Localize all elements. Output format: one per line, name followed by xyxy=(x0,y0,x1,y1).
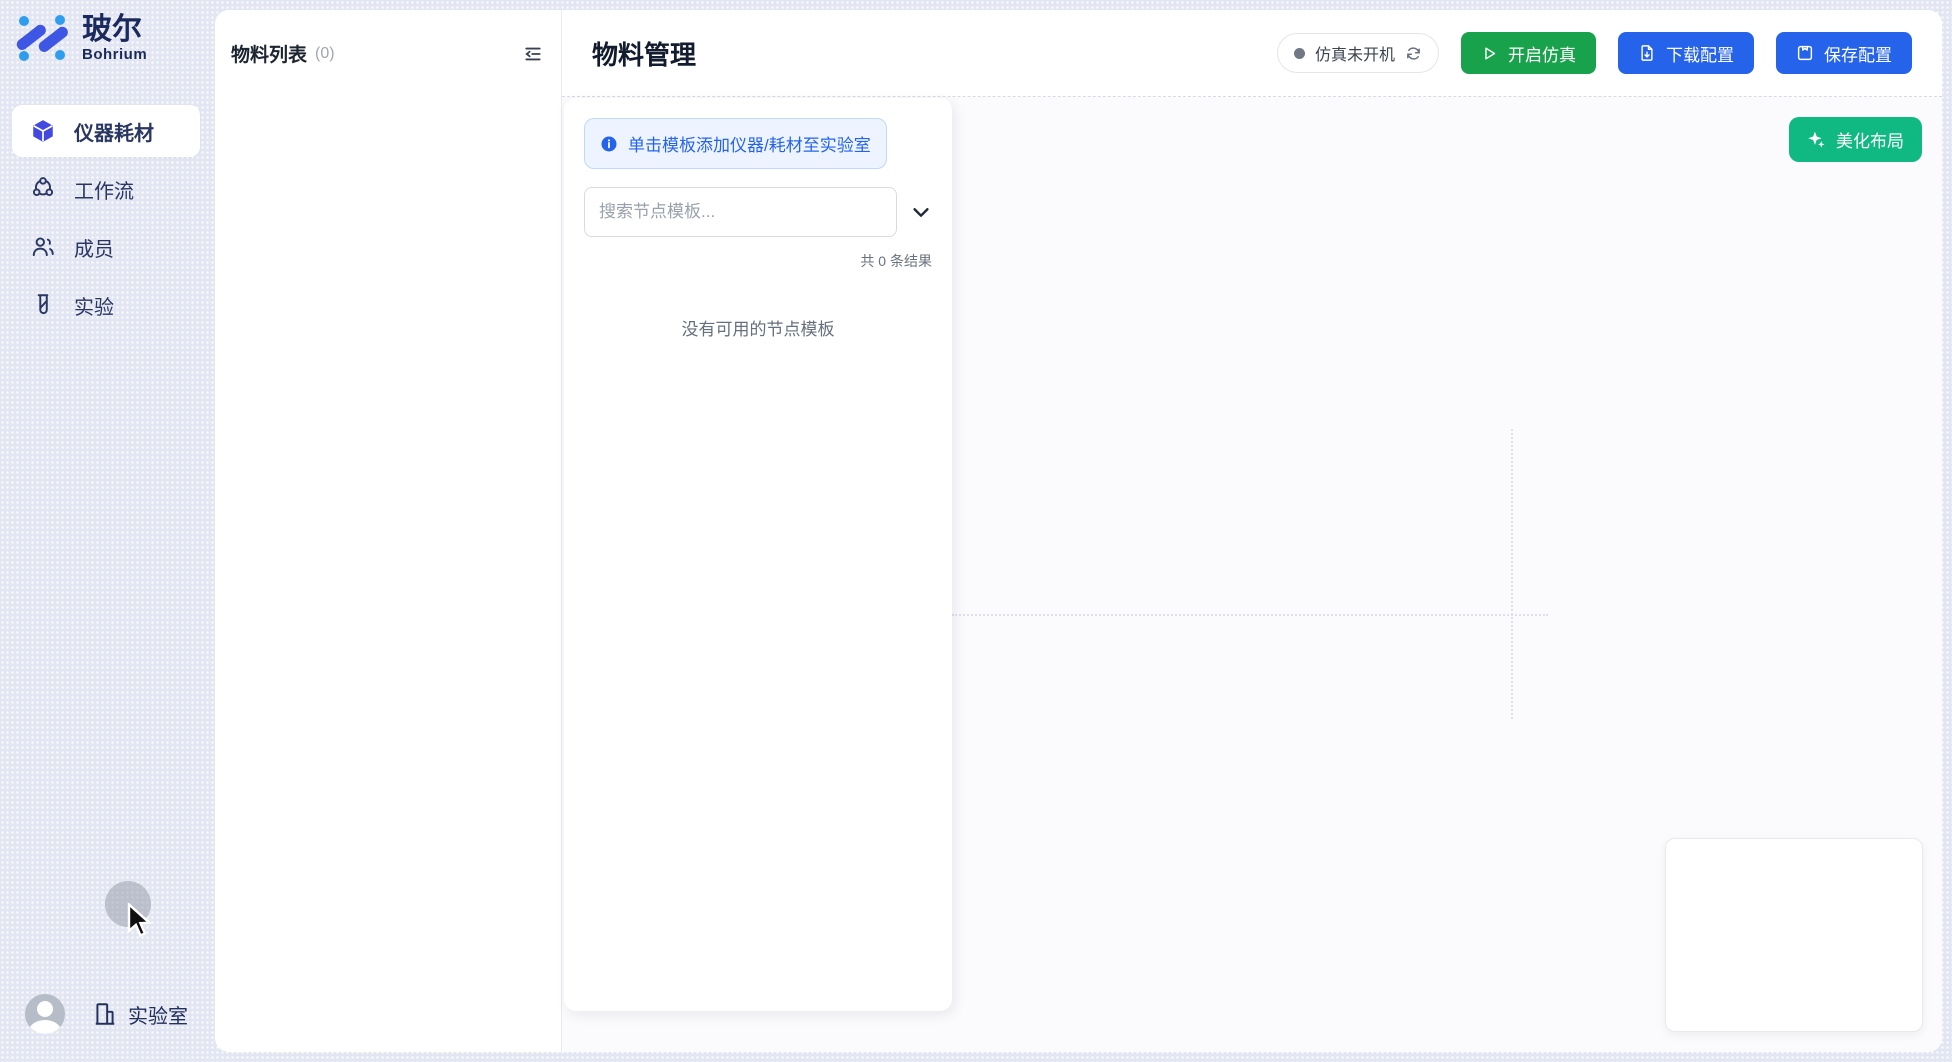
brand-name-cn: 玻尔 xyxy=(82,14,147,46)
material-list-title: 物料列表 xyxy=(231,40,307,67)
user-avatar[interactable] xyxy=(25,994,65,1034)
template-hint-text: 单击模板添加仪器/耗材至实验室 xyxy=(628,131,871,156)
material-list-count: (0) xyxy=(315,45,335,63)
download-config-button[interactable]: 下载配置 xyxy=(1618,32,1754,74)
lab-label: 实验室 xyxy=(128,1000,188,1029)
beautify-layout-button[interactable]: 美化布局 xyxy=(1789,117,1922,162)
canvas-minimap[interactable] xyxy=(1665,838,1923,1032)
file-download-icon xyxy=(1638,44,1656,62)
page-header: 物料管理 仿真未开机 开启仿真 xyxy=(562,10,1942,97)
sidebar-item-experiments[interactable]: 实验 xyxy=(12,279,200,331)
simulation-status-text: 仿真未开机 xyxy=(1315,41,1395,65)
building-icon xyxy=(92,1001,118,1027)
sidebar-item-workflow[interactable]: 工作流 xyxy=(12,163,200,215)
save-icon xyxy=(1796,44,1814,62)
material-list-panel: 物料列表 (0) xyxy=(215,10,562,1052)
play-icon xyxy=(1481,45,1498,62)
sparkles-icon xyxy=(1807,130,1826,149)
collapse-list-icon[interactable] xyxy=(521,42,545,66)
main-card: 物料列表 (0) 物料管理 仿真未开机 xyxy=(215,10,1942,1052)
sidebar-item-label: 仪器耗材 xyxy=(74,117,154,146)
flow-canvas[interactable]: 单击模板添加仪器/耗材至实验室 共 0 条结果 没有可用的节点模板 xyxy=(562,97,1942,1052)
sidebar-item-label: 成员 xyxy=(74,233,114,262)
mouse-cursor xyxy=(126,903,156,944)
sidebar-nav: 仪器耗材 工作流 成员 xyxy=(12,105,200,331)
status-dot-icon xyxy=(1294,48,1305,59)
empty-templates-message: 没有可用的节点模板 xyxy=(584,315,932,340)
lab-switcher[interactable]: 实验室 xyxy=(92,1000,188,1029)
template-hint-banner: 单击模板添加仪器/耗材至实验室 xyxy=(584,118,887,169)
bohrium-logo-icon xyxy=(16,12,68,64)
canvas-guide-line-vertical xyxy=(1511,429,1513,719)
template-search-input[interactable] xyxy=(584,187,897,237)
sidebar-item-label: 工作流 xyxy=(74,175,134,204)
sidebar-item-instruments[interactable]: 仪器耗材 xyxy=(12,105,200,157)
members-icon xyxy=(30,234,56,260)
start-simulation-button[interactable]: 开启仿真 xyxy=(1461,32,1596,74)
chevron-down-icon[interactable] xyxy=(910,201,932,223)
page-title: 物料管理 xyxy=(592,35,696,72)
refresh-icon[interactable] xyxy=(1405,45,1422,62)
test-tube-icon xyxy=(30,292,56,318)
simulation-status-pill[interactable]: 仿真未开机 xyxy=(1277,33,1439,73)
brand-name-en: Bohrium xyxy=(82,46,147,63)
workflow-icon xyxy=(30,176,56,202)
results-count: 共 0 条结果 xyxy=(584,251,932,271)
node-template-panel: 单击模板添加仪器/耗材至实验室 共 0 条结果 没有可用的节点模板 xyxy=(564,98,952,1011)
info-icon xyxy=(600,135,618,153)
save-config-button[interactable]: 保存配置 xyxy=(1776,32,1912,74)
brand-logo: 玻尔 Bohrium xyxy=(16,12,147,64)
canvas-guide-line-horizontal xyxy=(952,614,1548,616)
sidebar-item-members[interactable]: 成员 xyxy=(12,221,200,273)
sidebar-item-label: 实验 xyxy=(74,291,114,320)
cube-icon xyxy=(30,118,56,144)
